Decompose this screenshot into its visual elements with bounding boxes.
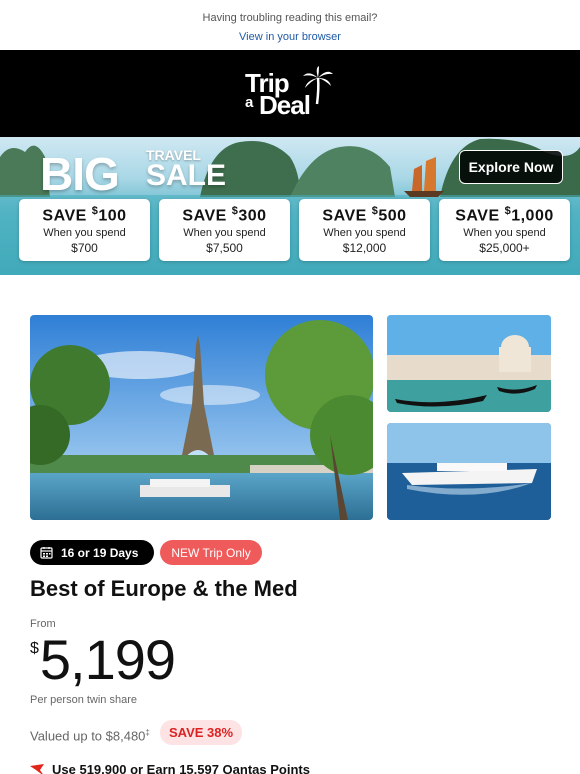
save-spend: $7,500 — [206, 241, 243, 256]
cruise-ship-photo[interactable] — [387, 423, 551, 520]
per-person-note: Per person twin share — [30, 694, 137, 706]
deal-price: $ 5,199 — [30, 628, 176, 691]
save-amount: SAVE $1,000 — [455, 205, 554, 225]
calendar-icon — [40, 547, 53, 559]
duration-badge: 16 or 19 Days — [30, 540, 155, 565]
qantas-points-line: Use 519,900 or Earn 15,597 Qantas Points — [30, 762, 310, 774]
qantas-points-text: Use 519,900 or Earn 15,597 Qantas Points — [52, 762, 310, 774]
save-percent-badge: SAVE 38% — [160, 720, 243, 745]
new-trip-badge: NEW Trip Only — [160, 540, 262, 565]
save-condition: When you spend — [323, 227, 406, 240]
save-spend: $700 — [71, 241, 98, 256]
palm-tree-icon — [303, 65, 333, 104]
logo-word-a: a — [245, 93, 254, 111]
eiffel-tower-photo[interactable] — [30, 315, 373, 520]
valued-up-to-text: Valued up to $8,480‡ — [30, 728, 150, 744]
save-amount: SAVE $300 — [182, 205, 267, 225]
deal-tags: 16 or 19 Days NEW Trip Only — [30, 540, 262, 565]
price-amount: 5,199 — [39, 628, 176, 691]
save-condition: When you spend — [463, 227, 546, 240]
save-spend: $25,000+ — [479, 241, 530, 256]
banner-big-text: BIG — [40, 148, 120, 200]
save-spend: $12,000 — [342, 241, 387, 256]
view-in-browser-link[interactable]: View in your browser — [239, 30, 341, 44]
venice-gondola-photo[interactable] — [387, 315, 551, 412]
tripadeal-logo[interactable]: Trip a Deal — [245, 64, 335, 124]
header-logo-bar: Trip a Deal — [0, 50, 580, 137]
save-amount: SAVE $500 — [322, 205, 407, 225]
explore-now-button[interactable]: Explore Now — [459, 150, 563, 184]
save-offers-row: SAVE $100 When you spend $700 SAVE $300 … — [19, 199, 570, 261]
big-travel-sale-banner[interactable]: BIG TRAVEL SALE Explore Now SAVE $100 Wh… — [0, 137, 580, 275]
preheader-text: Having troubling reading this email? — [202, 12, 378, 24]
save-offer-card[interactable]: SAVE $1,000 When you spend $25,000+ — [439, 199, 570, 261]
save-condition: When you spend — [43, 227, 126, 240]
junk-boat — [404, 157, 444, 197]
preheader: Having troubling reading this email? Vie… — [0, 0, 580, 50]
save-condition: When you spend — [183, 227, 266, 240]
banner-sale-text: SALE — [146, 159, 227, 192]
qantas-kangaroo-icon — [30, 763, 44, 774]
save-amount: SAVE $100 — [42, 205, 127, 225]
save-offer-card[interactable]: SAVE $100 When you spend $700 — [19, 199, 150, 261]
duration-text: 16 or 19 Days — [61, 545, 139, 560]
save-offer-card[interactable]: SAVE $500 When you spend $12,000 — [299, 199, 430, 261]
price-currency: $ — [30, 640, 39, 657]
save-offer-card[interactable]: SAVE $300 When you spend $7,500 — [159, 199, 290, 261]
deal-title[interactable]: Best of Europe & the Med — [30, 576, 298, 602]
